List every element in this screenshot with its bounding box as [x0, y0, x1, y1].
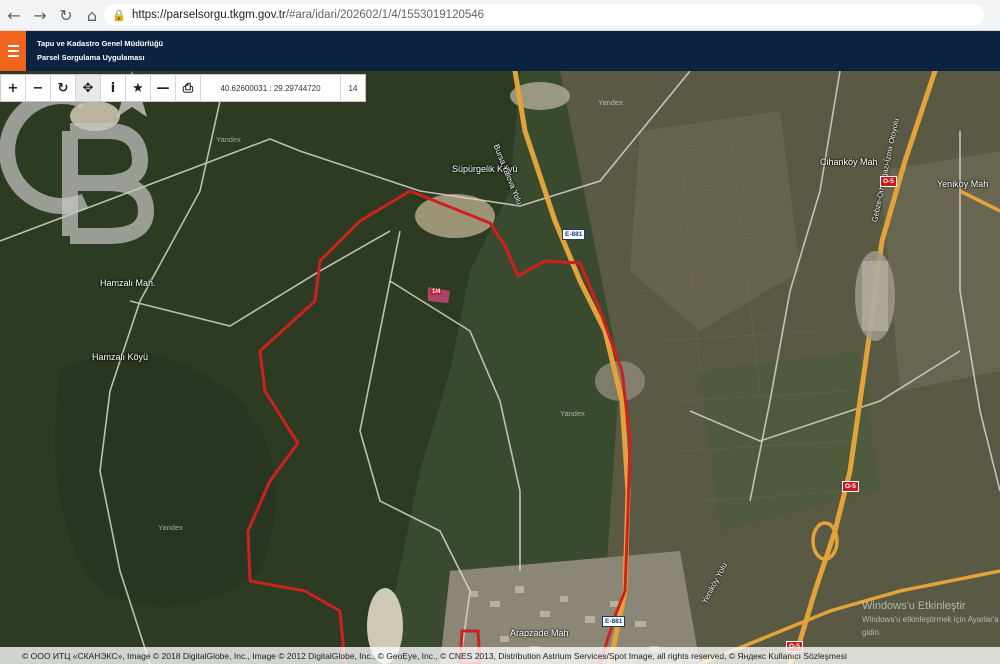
refresh-icon[interactable]: ↻: [51, 75, 76, 101]
label-yandex-1: Yandex: [216, 135, 241, 144]
back-arrow-icon[interactable]: ←: [2, 3, 26, 27]
lock-icon: 🔒: [112, 8, 126, 22]
label-hamzali-mah: Hamzalı Mah.: [100, 278, 156, 288]
org-name: Tapu ve Kadastro Genel Müdürlüğü: [37, 39, 164, 48]
label-yandex-3: Yandex: [158, 523, 183, 532]
shield-e881-bottom: E-881: [602, 616, 626, 627]
coordinate-readout: 40.62600031 : 29.29744720: [201, 75, 341, 101]
info-icon[interactable]: i: [101, 75, 126, 101]
shield-o5-mid: O-5: [842, 481, 859, 492]
map-toolbar: + − ↻ ✥ i ★ — ⎙ 40.62600031 : 29.2974472…: [0, 74, 366, 102]
browser-toolbar: ← → ↻ ⌂ 🔒 https://parselsorgu.tkgm.gov.t…: [0, 0, 1000, 31]
label-yenikoy: Yeniköy Mah: [937, 179, 989, 189]
label-cihankoy: Cihanköy Mah: [820, 157, 878, 167]
windows-activation-title: Windows'u Etkinleştir: [862, 600, 966, 612]
app-title: Tapu ve Kadastro Genel Müdürlüğü Parsel …: [37, 37, 163, 65]
windows-activation-sub: Windows'u etkinleştirmek için Ayarlar'a …: [862, 615, 999, 637]
map-attribution: © ООО ИТЦ «СКАНЭКС», Image © 2018 Digita…: [0, 647, 1000, 664]
url-path: /#ara/idari/202602/1/4/1553019120546: [285, 9, 485, 21]
app-header: Tapu ve Kadastro Genel Müdürlüğü Parsel …: [0, 31, 1000, 71]
favorite-icon[interactable]: ★: [126, 75, 151, 101]
zoom-out-icon[interactable]: −: [26, 75, 51, 101]
home-icon[interactable]: ⌂: [80, 3, 104, 27]
url-text: https://parselsorgu.tkgm.gov.tr/#ara/ida…: [132, 9, 484, 21]
zoom-in-icon[interactable]: +: [1, 75, 26, 101]
label-yandex-4: Yandex: [560, 409, 585, 418]
windows-activation-watermark: Windows'u Etkinleştir Windows'u etkinleş…: [862, 600, 1000, 639]
reload-icon[interactable]: ↻: [54, 3, 78, 27]
hamburger-menu-icon[interactable]: [0, 31, 26, 71]
map-view[interactable]: Süpürgelik Köyü Hamzalı Mah. Hamzalı Köy…: [0, 71, 1000, 664]
shield-o5-top: O-5: [880, 176, 897, 187]
print-icon[interactable]: ⎙: [176, 75, 201, 101]
zoom-level: 14: [348, 83, 358, 93]
label-arapzade: Arapzade Mah: [510, 628, 569, 638]
app-name: Parsel Sorgulama Uygulaması: [37, 53, 145, 62]
measure-icon[interactable]: —: [151, 75, 176, 101]
attribution-text: © ООО ИТЦ «СКАНЭКС», Image © 2018 Digita…: [22, 650, 847, 661]
label-hamzali-koyu: Hamzalı Köyü: [92, 352, 149, 362]
url-host: https://parselsorgu.tkgm.gov.tr: [132, 9, 286, 21]
parcel-number-label[interactable]: 1/4: [430, 289, 443, 295]
label-yandex-2: Yandex: [598, 98, 623, 107]
shield-e881-top: E-881: [562, 229, 586, 240]
address-bar[interactable]: 🔒 https://parselsorgu.tkgm.gov.tr/#ara/i…: [104, 4, 984, 26]
pan-icon[interactable]: ✥: [76, 75, 101, 101]
forward-arrow-icon[interactable]: →: [28, 3, 52, 27]
